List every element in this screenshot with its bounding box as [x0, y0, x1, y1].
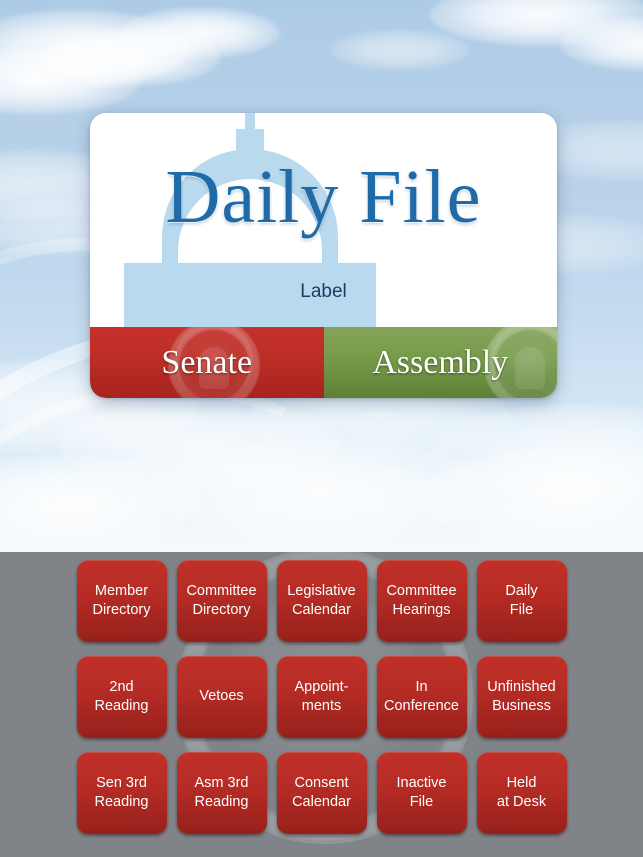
menu-grid-row: Member Directory Committee Directory Legis… [0, 560, 643, 642]
menu-grid: Member Directory Committee Directory Legis… [0, 552, 643, 848]
menu-tile-label: Held at Desk [496, 774, 547, 810]
daily-file-card: Daily File Label Senate Assembly [90, 113, 557, 398]
menu-tile[interactable]: Committee Directory [176, 560, 267, 642]
menu-grid-row: 2nd Reading Vetoes Appoint- ments In Confer… [0, 656, 643, 738]
menu-tile-label: Committee Directory [186, 582, 257, 618]
menu-tile[interactable]: Committee Hearings [376, 560, 467, 642]
app-root: Daily File Label Senate Assembly Member … [0, 0, 643, 857]
menu-tile[interactable]: Legislative Calendar [276, 560, 367, 642]
menu-tile-label: Asm 3rd Reading [194, 774, 249, 810]
cloud-decoration [120, 8, 280, 58]
menu-tile[interactable]: In Conference [376, 656, 467, 738]
menu-tile[interactable]: Sen 3rd Reading [76, 752, 167, 834]
cloud-decoration [330, 30, 470, 70]
menu-tile-label: Committee Hearings [386, 582, 457, 618]
menu-tile[interactable]: Daily File [476, 560, 567, 642]
menu-tile[interactable]: Inactive File [376, 752, 467, 834]
menu-tile[interactable]: Held at Desk [476, 752, 567, 834]
menu-tile-label: Inactive File [396, 774, 447, 810]
menu-tile-label: Appoint- ments [294, 678, 349, 714]
menu-tile[interactable]: Vetoes [176, 656, 267, 738]
menu-tile-label: Daily File [505, 582, 538, 618]
menu-tile-label: Member Directory [92, 582, 151, 618]
menu-grid-row: Sen 3rd Reading Asm 3rd Reading Consent Ca… [0, 752, 643, 834]
menu-tile-label: 2nd Reading [94, 678, 149, 714]
menu-tile-label: Legislative Calendar [287, 582, 356, 618]
menu-tile[interactable]: Unfinished Business [476, 656, 567, 738]
card-header-area: Daily File Label [90, 113, 557, 327]
menu-tile-label: Consent Calendar [292, 774, 351, 810]
chamber-segmented-control: Senate Assembly [90, 327, 557, 398]
menu-tile[interactable]: Consent Calendar [276, 752, 367, 834]
senate-button-label: Senate [161, 343, 253, 381]
menu-tile-label: Vetoes [199, 688, 244, 705]
menu-tile[interactable]: Member Directory [76, 560, 167, 642]
assembly-button[interactable]: Assembly [323, 327, 557, 398]
menu-tile-label: In Conference [384, 678, 459, 714]
menu-tile[interactable]: Appoint- ments [276, 656, 367, 738]
menu-tile[interactable]: Asm 3rd Reading [176, 752, 267, 834]
senate-button[interactable]: Senate [90, 327, 324, 398]
page-title: Daily File [165, 155, 482, 239]
menu-tile-label: Unfinished Business [487, 678, 556, 714]
assembly-button-label: Assembly [372, 343, 509, 381]
card-subtitle-label: Label [300, 281, 347, 302]
menu-tile[interactable]: 2nd Reading [76, 656, 167, 738]
menu-tile-label: Sen 3rd Reading [94, 774, 149, 810]
